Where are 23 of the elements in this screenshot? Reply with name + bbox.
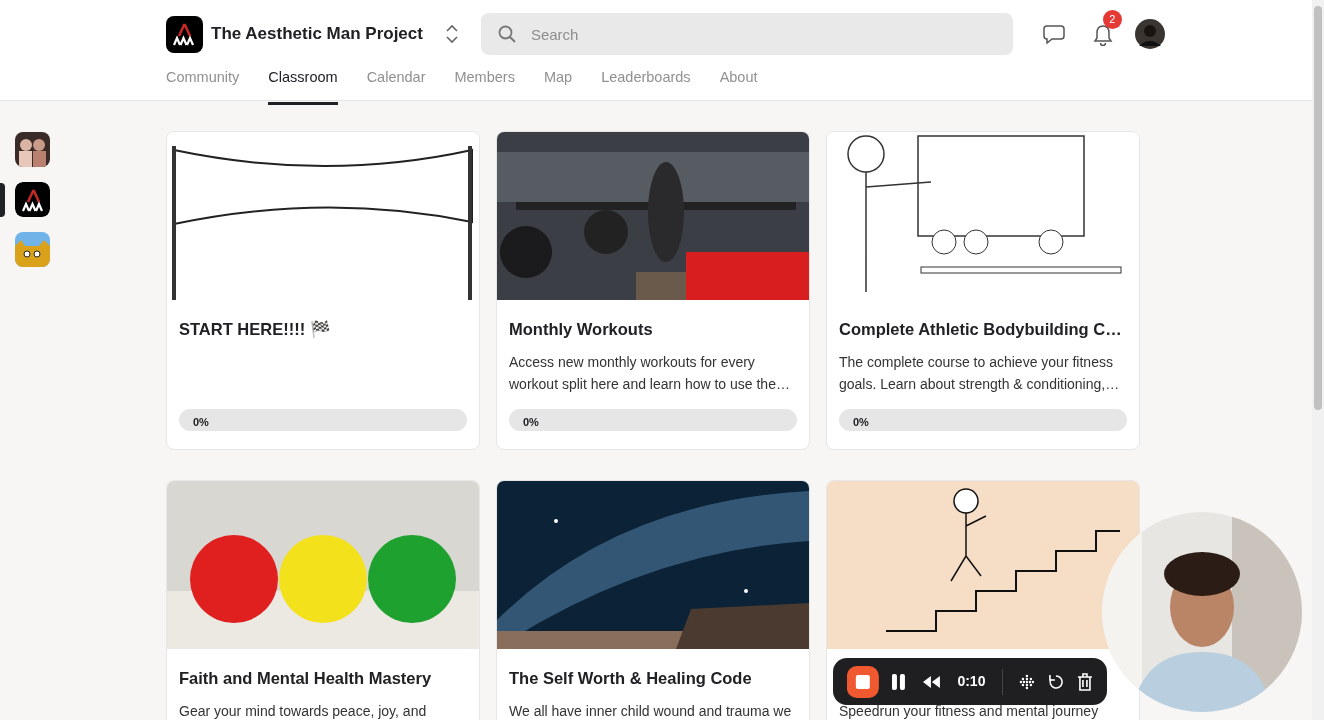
progress-label: 0% — [192, 415, 209, 428]
course-card[interactable]: START HERE!!!! 🏁 0% — [166, 131, 480, 450]
progress-label: 0% — [522, 415, 539, 428]
course-title: The Self Worth & Healing Code — [509, 668, 753, 689]
notification-badge: 2 — [1102, 10, 1122, 29]
course-title: Faith and Mental Health Mastery — [179, 668, 433, 689]
course-description: Access new monthly workouts for every workout split here and learn how to use the… — [509, 352, 791, 394]
course-card[interactable]: Faith and Mental Health Mastery Gear your mind towards peace, joy, and — [166, 480, 480, 720]
course-card[interactable]: Monthly Workouts Access new monthly workouts for every workout split here and learn how to use the… 0% — [496, 131, 810, 450]
recording-time: 0:10 — [957, 672, 986, 691]
course-title: START HERE!!!! 🏁 — [179, 319, 332, 340]
search-field[interactable]: Search — [480, 13, 1013, 55]
course-card[interactable]: The Self Worth & Healing Code We all have inner child wound and trauma we — [496, 480, 810, 720]
progress-label: 0% — [852, 415, 869, 428]
course-description: Speedrun your fitness and mental journey — [839, 701, 1100, 720]
course-description: We all have inner child wound and trauma we — [509, 701, 793, 720]
course-card[interactable]: Complete Athletic Bodybuilding C… The complete course to achieve your fitness goals. Learn about strength & conditioning,… 0% — [826, 131, 1140, 450]
course-title: Monthly Workouts — [509, 319, 654, 340]
group-name[interactable]: The Aesthetic Man Project — [211, 21, 423, 47]
nav-tab[interactable]: Classroom — [268, 59, 338, 105]
course-description: The complete course to achieve your fitness goals. Learn about strength & conditioning,… — [839, 352, 1121, 394]
course-description: Gear your mind towards peace, joy, and — [179, 701, 428, 720]
course-title: Complete Athletic Bodybuilding C… — [839, 319, 1123, 340]
